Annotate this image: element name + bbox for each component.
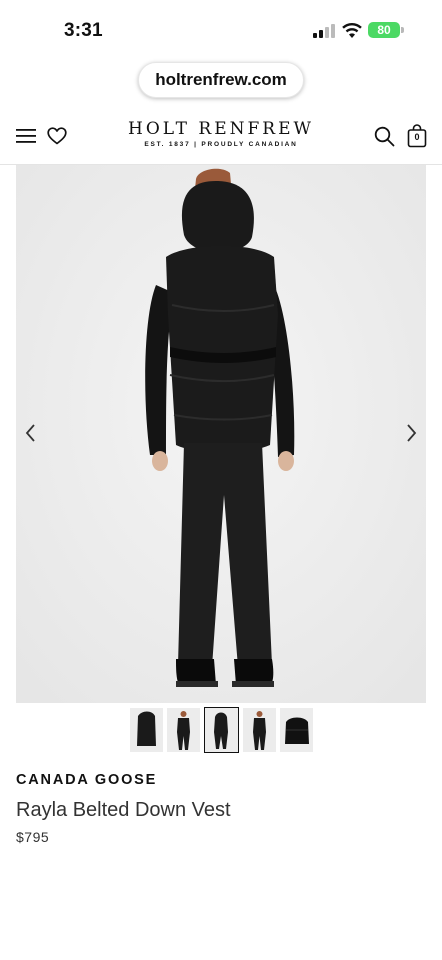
thumbnail-image[interactable] [130,708,163,752]
thumbnail-image[interactable] [243,708,276,752]
thumbnail-image[interactable] [167,708,200,752]
product-image[interactable] [16,165,426,703]
status-bar: 3:31 80 [0,0,442,62]
thumbnail-image-selected[interactable] [204,707,239,753]
next-image-arrow-icon[interactable] [403,423,419,443]
bag-count-badge: 0 [414,132,420,142]
model-illustration [16,165,426,703]
product-price: $795 [16,829,50,845]
site-header: HOLT RENFREW EST. 1837 | PROUDLY CANADIA… [0,108,442,165]
cellular-signal-icon [313,24,335,38]
address-bar[interactable]: holtrenfrew.com [138,62,304,98]
search-icon[interactable] [374,126,395,147]
battery-indicator: 80 [368,22,400,38]
status-time: 3:31 [64,20,103,41]
wifi-icon [342,23,362,38]
product-brand[interactable]: CANADA GOOSE [16,772,157,788]
battery-tip [401,27,404,33]
product-name: Rayla Belted Down Vest [16,799,231,821]
thumbnail-image[interactable] [280,708,313,752]
thumbnail-strip [130,707,313,753]
previous-image-arrow-icon[interactable] [23,423,39,443]
